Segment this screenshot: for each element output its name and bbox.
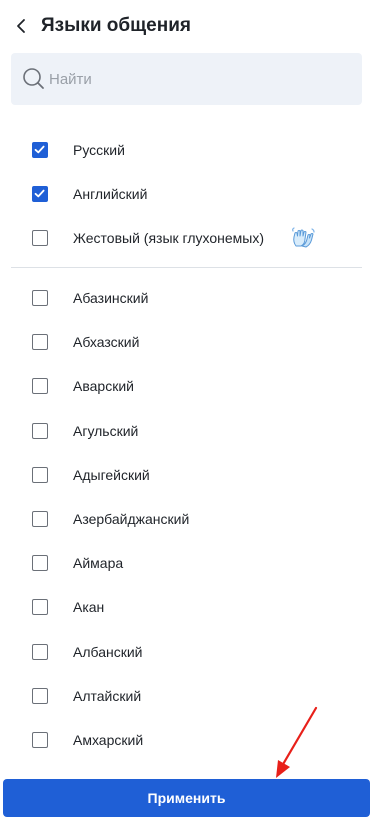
checkbox[interactable] [32,511,48,527]
language-label: Русский [73,142,125,158]
search-input[interactable] [49,67,349,91]
language-option[interactable]: Абхазский [0,320,377,364]
search-icon [23,68,44,89]
checkbox[interactable] [32,467,48,483]
language-label: Абазинский [73,290,149,306]
checkmark-icon [34,145,45,154]
checkbox-checked[interactable] [32,142,48,158]
language-option[interactable]: Абазинский [0,276,377,320]
header: Языки общения [0,0,377,52]
checkbox[interactable] [32,423,48,439]
language-label: Албанский [73,644,143,660]
checkbox[interactable] [32,378,48,394]
language-label: Амхарский [73,732,144,748]
language-label: Азербайджанский [73,511,190,527]
checkbox[interactable] [32,732,48,748]
language-option-russian[interactable]: Русский [0,128,377,172]
language-label: Агульский [73,423,139,439]
checkbox[interactable] [32,334,48,350]
waving-hands-icon [292,227,315,248]
checkbox[interactable] [32,555,48,571]
language-label: Алтайский [73,688,142,704]
language-option[interactable]: Адыгейский [0,453,377,497]
language-label: Английский [73,186,148,202]
apply-button[interactable]: Применить [3,779,370,817]
language-option[interactable]: Акан [0,585,377,629]
language-option[interactable]: Албанский [0,630,377,674]
checkbox[interactable] [32,599,48,615]
search-box[interactable] [11,53,362,105]
checkbox[interactable] [32,644,48,660]
language-option-sign[interactable]: Жестовый (язык глухонемых) [0,216,377,260]
checkbox[interactable] [32,688,48,704]
language-option[interactable]: Агульский [0,409,377,453]
language-option[interactable]: Аварский [0,364,377,408]
language-label: Жестовый (язык глухонемых) [73,230,264,246]
checkbox[interactable] [32,290,48,306]
language-option[interactable]: Аймара [0,541,377,585]
language-label: Акан [73,599,105,615]
checkbox[interactable] [32,230,48,246]
language-label: Аварский [73,378,134,394]
chevron-left-icon[interactable] [12,15,32,37]
language-label: Абхазский [73,334,140,350]
language-option[interactable]: Азербайджанский [0,497,377,541]
checkbox-checked[interactable] [32,186,48,202]
divider [11,267,362,268]
language-label: Аймара [73,555,124,571]
language-option-english[interactable]: Английский [0,172,377,216]
annotation-arrow [276,706,318,778]
page-title: Языки общения [41,15,191,36]
checkmark-icon [34,189,45,198]
language-label: Адыгейский [73,467,150,483]
